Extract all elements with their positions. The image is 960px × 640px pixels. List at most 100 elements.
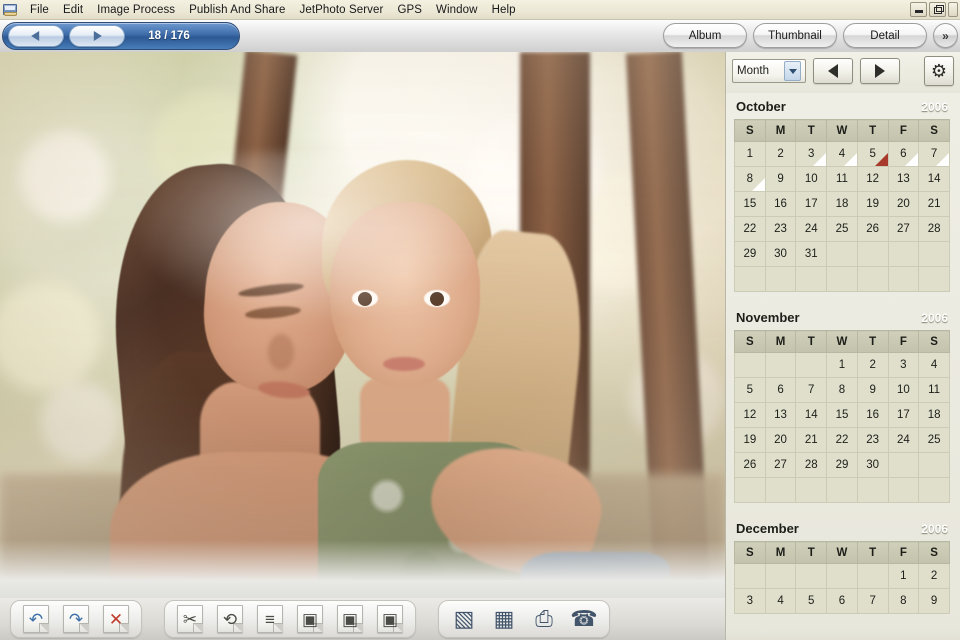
calendar-day-cell[interactable]: 28 — [795, 452, 828, 478]
calendar-day-cell[interactable]: 13 — [887, 166, 920, 192]
calendar-view-select[interactable]: Month — [732, 59, 806, 83]
calendar-day-cell[interactable]: 25 — [918, 427, 950, 453]
calendar-day-cell[interactable]: 29 — [826, 452, 858, 478]
calendar-day-cell[interactable]: 5 — [795, 588, 828, 614]
slideshow-button[interactable]: ▧ — [447, 603, 481, 635]
calendar-day-cell[interactable]: 13 — [764, 402, 797, 428]
previous-photo-button[interactable] — [8, 25, 64, 47]
calendar-day-cell[interactable]: 1 — [734, 141, 766, 167]
calendar-day-cell[interactable]: 2 — [918, 563, 950, 589]
restore-icon[interactable] — [929, 2, 946, 17]
crop-button[interactable]: ✂ — [173, 603, 207, 635]
calendar-day-cell[interactable]: 11 — [826, 166, 858, 192]
calendar-day-cell[interactable]: 9 — [856, 377, 889, 403]
undo-button[interactable]: ↶ — [19, 603, 53, 635]
calendar-day-cell[interactable]: 6 — [764, 377, 797, 403]
calendar-day-cell[interactable]: 22 — [734, 216, 766, 242]
mobile-export-button[interactable]: ☎ — [567, 603, 601, 635]
calendar-grid[interactable]: S M T W T F S 1 2 3 4 5 6 7 8 9 10 11 12 13 14 15 16 17 18 19 20 21… — [734, 330, 950, 503]
calendar-next-button[interactable] — [860, 58, 900, 84]
calendar-day-cell[interactable]: 28 — [918, 216, 950, 242]
calendar-day-cell[interactable]: 18 — [918, 402, 950, 428]
view-tab-detail[interactable]: Detail — [843, 23, 927, 48]
calendar-day-cell[interactable]: 20 — [764, 427, 797, 453]
calendar-day-cell[interactable]: 21 — [795, 427, 828, 453]
calendar-day-cell[interactable]: 14 — [795, 402, 828, 428]
calendar-day-cell[interactable]: 16 — [856, 402, 889, 428]
calendar-day-cell[interactable]: 19 — [734, 427, 766, 453]
menu-item-window[interactable]: Window — [429, 1, 485, 19]
view-tab-thumbnail[interactable]: Thumbnail — [753, 23, 837, 48]
calendar-grid[interactable]: SMTWTFS123456789 — [734, 541, 950, 614]
calendar-day-cell[interactable]: 16 — [764, 191, 797, 217]
calendar-day-cell[interactable]: 22 — [826, 427, 858, 453]
calendar-day-cell[interactable]: 24 — [795, 216, 828, 242]
calendar-day-cell[interactable]: 24 — [887, 427, 920, 453]
grayscale-button[interactable]: ▣ — [333, 603, 367, 635]
menu-item-edit[interactable]: Edit — [56, 1, 90, 19]
calendar-day-cell[interactable]: 10 — [795, 166, 828, 192]
menu-item-gps[interactable]: GPS — [390, 1, 429, 19]
redo-button[interactable]: ↷ — [59, 603, 93, 635]
calendar-day-cell[interactable]: 10 — [887, 377, 920, 403]
calendar-day-cell[interactable]: 17 — [795, 191, 828, 217]
calendar-day-cell[interactable]: 4 — [826, 141, 858, 167]
close-icon[interactable] — [948, 2, 958, 17]
calendar-day-cell[interactable]: 26 — [856, 216, 889, 242]
minimize-icon[interactable] — [910, 2, 927, 17]
calendar-day-cell[interactable]: 18 — [826, 191, 858, 217]
calendar-day-cell[interactable]: 6 — [826, 588, 858, 614]
adjust-button[interactable]: ≡ — [253, 603, 287, 635]
effects-button[interactable]: ▣ — [293, 603, 327, 635]
calendar-day-cell[interactable]: 27 — [764, 452, 797, 478]
calendar-day-cell[interactable]: 15 — [734, 191, 766, 217]
calendar-day-cell[interactable]: 30 — [764, 241, 797, 267]
menu-item-publish-and-share[interactable]: Publish And Share — [182, 1, 292, 19]
photo-viewer[interactable] — [0, 52, 725, 580]
calendar-scroll-area[interactable]: October 2006 S M T W T F S 1 2 3 4 5 6 7 8 9 10 11 12 13 14 15 1… — [726, 93, 960, 640]
calendar-day-cell[interactable]: 26 — [734, 452, 766, 478]
calendar-grid[interactable]: S M T W T F S 1 2 3 4 5 6 7 8 9 10 11 12 13 14 15 16 17 18 19 20 21… — [734, 119, 950, 292]
calendar-day-cell[interactable]: 8 — [734, 166, 766, 192]
calendar-day-cell[interactable]: 2 — [856, 352, 889, 378]
rotate-button[interactable]: ⟲ — [213, 603, 247, 635]
calendar-day-cell[interactable]: 12 — [856, 166, 889, 192]
more-views-button[interactable]: » — [933, 23, 958, 48]
sepia-button[interactable]: ▣ — [373, 603, 407, 635]
calendar-day-cell[interactable]: 7 — [918, 141, 950, 167]
chevron-down-icon[interactable] — [784, 61, 801, 81]
gear-icon[interactable]: ⚙ — [924, 56, 954, 86]
calendar-day-cell[interactable]: 6 — [887, 141, 920, 167]
calendar-day-cell[interactable]: 5 — [734, 377, 766, 403]
calendar-day-cell[interactable]: 15 — [826, 402, 858, 428]
calendar-day-cell[interactable]: 21 — [918, 191, 950, 217]
menu-item-help[interactable]: Help — [485, 1, 523, 19]
calendar-day-cell[interactable]: 1 — [826, 352, 858, 378]
calendar-day-cell[interactable]: 8 — [826, 377, 858, 403]
calendar-day-cell[interactable]: 7 — [795, 377, 828, 403]
calendar-day-cell[interactable]: 14 — [918, 166, 950, 192]
calendar-day-cell[interactable]: 4 — [764, 588, 797, 614]
calendar-day-cell[interactable]: 9 — [764, 166, 797, 192]
calendar-day-cell[interactable]: 29 — [734, 241, 766, 267]
calendar-day-cell[interactable]: 25 — [826, 216, 858, 242]
calendar-day-cell[interactable]: 3 — [887, 352, 920, 378]
calendar-day-cell[interactable]: 1 — [887, 563, 920, 589]
calendar-day-cell[interactable]: 4 — [918, 352, 950, 378]
next-photo-button[interactable] — [69, 25, 125, 47]
calendar-day-cell[interactable]: 12 — [734, 402, 766, 428]
calendar-day-cell[interactable]: 9 — [918, 588, 950, 614]
calendar-day-cell[interactable]: 2 — [764, 141, 797, 167]
calendar-day-cell[interactable]: 23 — [764, 216, 797, 242]
calendar-day-cell[interactable]: 23 — [856, 427, 889, 453]
calendar-day-cell[interactable]: 17 — [887, 402, 920, 428]
menu-item-image-process[interactable]: Image Process — [90, 1, 182, 19]
web-gallery-button[interactable]: ▦ — [487, 603, 521, 635]
calendar-day-cell[interactable]: 3 — [734, 588, 766, 614]
calendar-day-cell[interactable]: 31 — [795, 241, 828, 267]
calendar-day-cell[interactable]: 30 — [856, 452, 889, 478]
delete-button[interactable]: ✕ — [99, 603, 133, 635]
view-tab-album[interactable]: Album — [663, 23, 747, 48]
menu-item-jetphoto-server[interactable]: JetPhoto Server — [292, 1, 390, 19]
print-button[interactable]: ⎙ — [527, 603, 561, 635]
